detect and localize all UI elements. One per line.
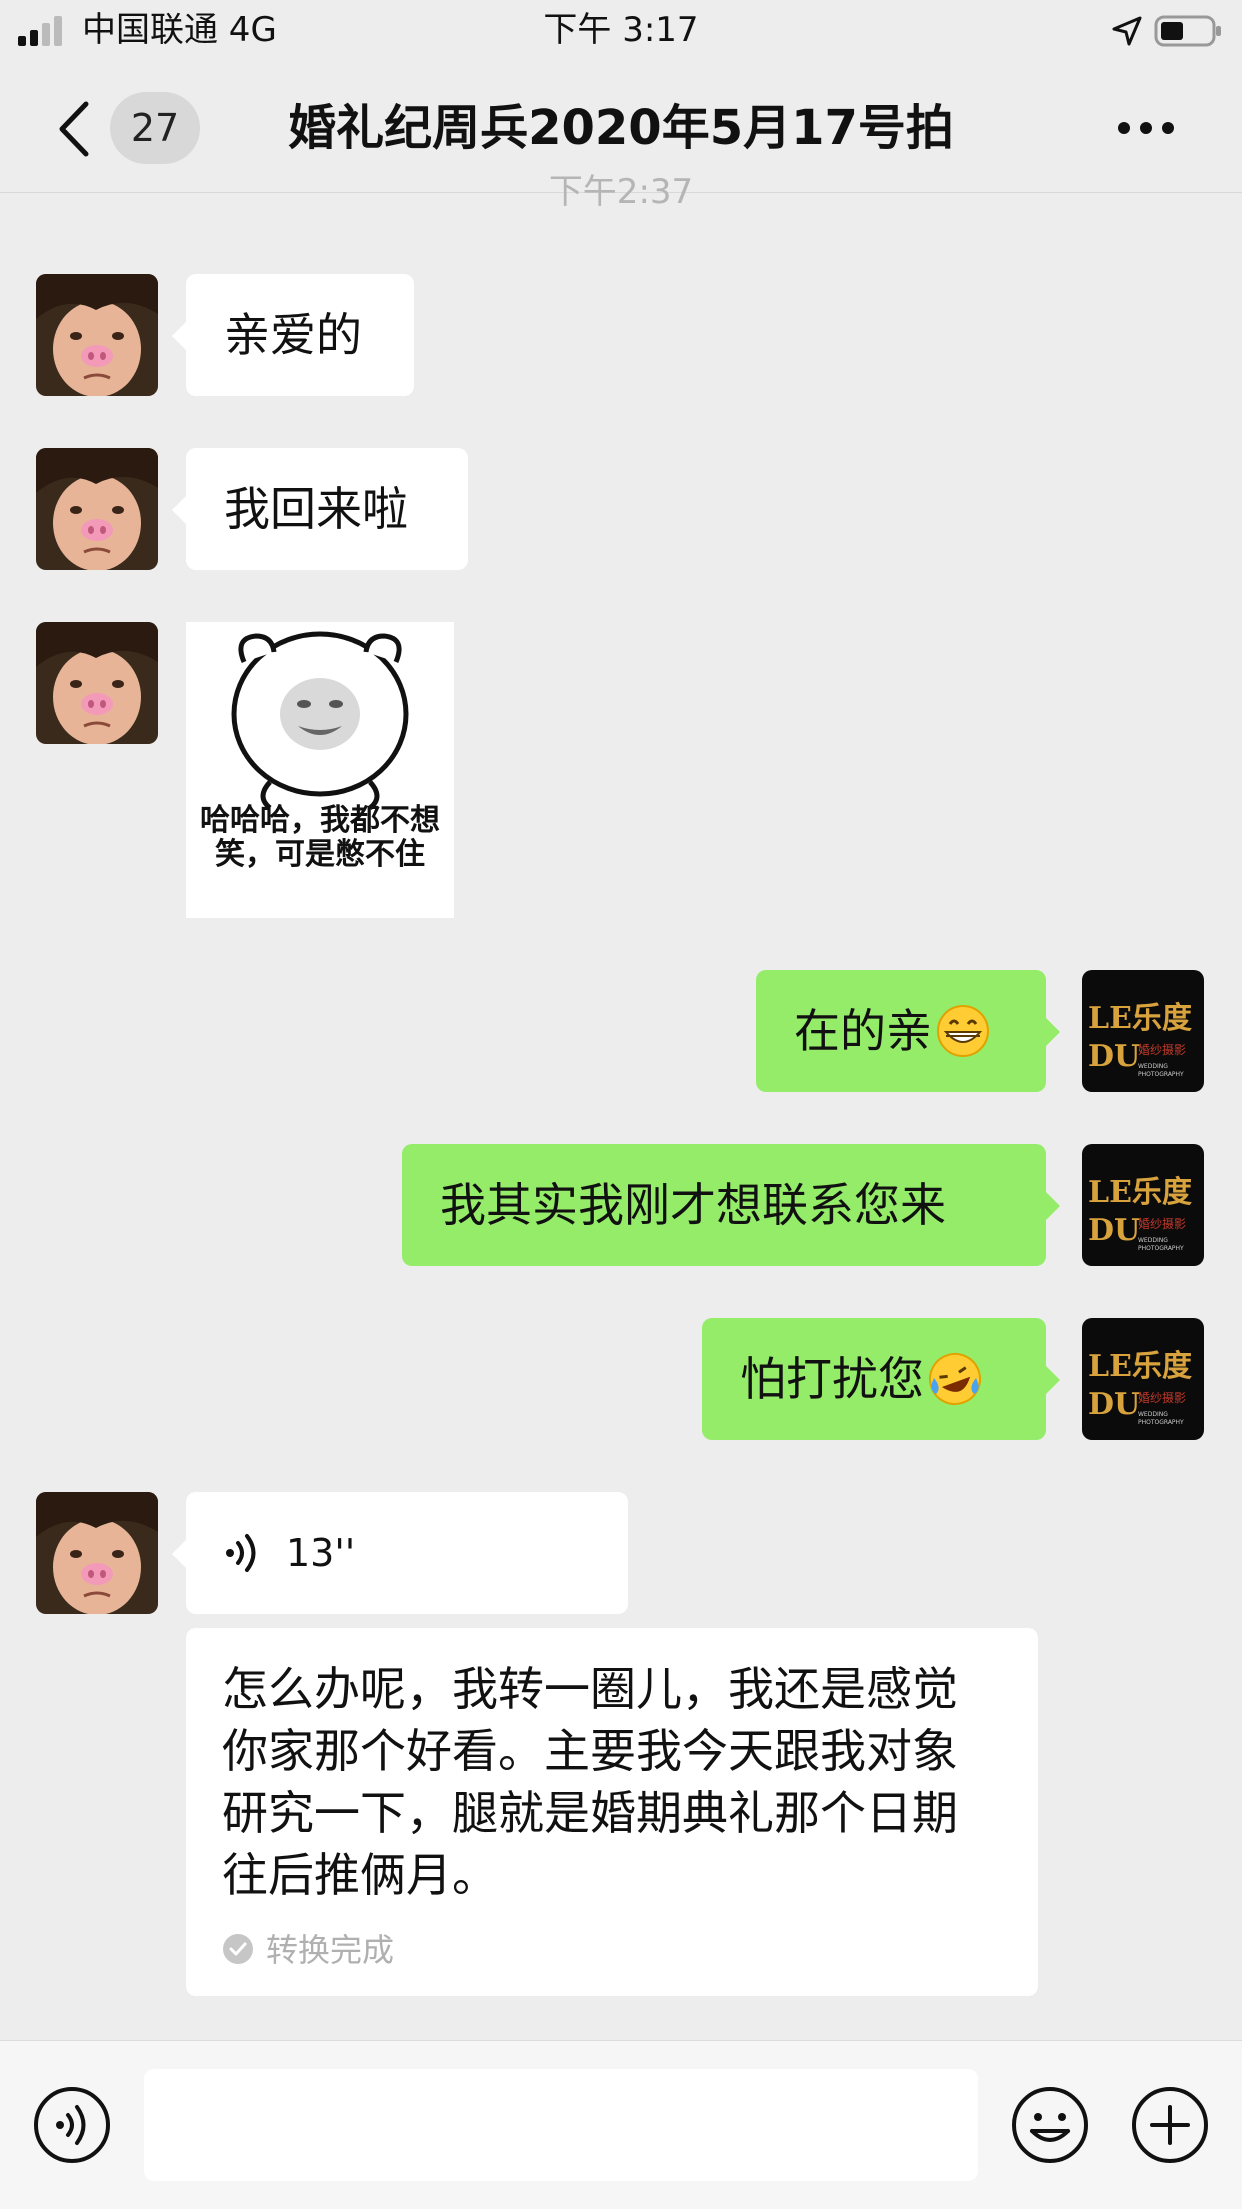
back-chevron-icon[interactable]	[54, 100, 94, 158]
rolling-laughing-emoji-icon	[929, 1352, 981, 1405]
conversion-status: 转换完成	[222, 1930, 394, 1970]
incoming-message-bubble[interactable]: 亲爱的	[172, 274, 414, 396]
my-avatar[interactable]: LE乐度 DU 婚纱摄影 WEDDING PHOTOGRAPHY	[1082, 1144, 1204, 1266]
incoming-message-bubble[interactable]: 我回来啦	[172, 448, 468, 570]
svg-text:DU: DU	[1088, 1387, 1140, 1422]
contact-avatar[interactable]	[36, 1492, 158, 1614]
outgoing-message-bubble[interactable]: 怕打扰您	[702, 1318, 1060, 1440]
panda-meme-face-icon	[231, 631, 409, 810]
contact-avatar[interactable]	[36, 448, 158, 570]
ledu-logo-icon: LE乐度 DU 婚纱摄影 WEDDING PHOTOGRAPHY	[1082, 1144, 1204, 1266]
my-avatar[interactable]: LE乐度 DU 婚纱摄影 WEDDING PHOTOGRAPHY	[1082, 970, 1204, 1092]
message-timestamp: 下午2:37	[548, 172, 694, 212]
battery-icon	[1154, 15, 1221, 47]
svg-text:WEDDING: WEDDING	[1138, 1063, 1168, 1070]
status-time: 下午 3:17	[543, 10, 699, 50]
svg-text:WEDDING: WEDDING	[1138, 1411, 1168, 1418]
svg-text:DU: DU	[1088, 1213, 1140, 1248]
message-text: 我回来啦	[224, 482, 408, 536]
message-text: 我其实我刚才想联系您来	[440, 1178, 946, 1232]
chat-title: 婚礼纪周兵2020年5月17号拍	[288, 100, 954, 156]
svg-text:PHOTOGRAPHY: PHOTOGRAPHY	[1138, 1071, 1184, 1078]
grinning-face-emoji-icon	[937, 1004, 989, 1057]
message-input-bar	[0, 2040, 1242, 2209]
svg-text:LE乐度: LE乐度	[1088, 1349, 1192, 1384]
svg-text:婚纱摄影: 婚纱摄影	[1138, 1216, 1186, 1231]
conversion-status-text: 转换完成	[266, 1931, 395, 1969]
location-arrow-icon	[1112, 16, 1142, 46]
ledu-logo-icon: LE乐度 DU 婚纱摄影 WEDDING PHOTOGRAPHY	[1082, 970, 1204, 1092]
sticker-caption: 哈哈哈，我都不想笑，可是憋不住	[200, 803, 440, 872]
svg-text:PHOTOGRAPHY: PHOTOGRAPHY	[1138, 1419, 1184, 1426]
outgoing-message-bubble[interactable]: 在的亲	[756, 970, 1060, 1092]
unread-count-badge[interactable]: 27	[110, 92, 200, 164]
voice-duration: 13''	[286, 1531, 356, 1575]
outgoing-message-bubble[interactable]: 我其实我刚才想联系您来	[402, 1144, 1060, 1266]
voice-message-bubble[interactable]: 13''	[172, 1492, 628, 1614]
message-text: 在的亲	[794, 1004, 932, 1058]
transcript-text: 怎么办呢，我转一圈儿，我还是感觉你家那个好看。主要我今天跟我对象研究一下，腿就是…	[222, 1662, 958, 1902]
emoji-picker-icon[interactable]	[1010, 2085, 1090, 2165]
svg-text:DU: DU	[1088, 1039, 1140, 1074]
svg-text:LE乐度: LE乐度	[1088, 1001, 1192, 1036]
more-options-icon[interactable]	[1116, 120, 1176, 136]
plus-circle-icon[interactable]	[1130, 2085, 1210, 2165]
ledu-logo-icon: LE乐度 DU 婚纱摄影 WEDDING PHOTOGRAPHY	[1082, 1318, 1204, 1440]
check-circle-icon	[223, 1934, 253, 1964]
voice-input-toggle-icon[interactable]	[32, 2085, 112, 2165]
message-text: 怕打扰您	[740, 1352, 924, 1406]
svg-text:LE乐度: LE乐度	[1088, 1175, 1192, 1210]
contact-avatar[interactable]	[36, 622, 158, 744]
svg-text:PHOTOGRAPHY: PHOTOGRAPHY	[1138, 1245, 1184, 1252]
voice-waves-icon	[226, 1534, 256, 1572]
message-text: 亲爱的	[224, 308, 362, 362]
status-bar: 中国联通 4G 下午 3:17	[0, 0, 1242, 62]
svg-text:婚纱摄影: 婚纱摄影	[1138, 1390, 1186, 1405]
voice-transcript[interactable]: 怎么办呢，我转一圈儿，我还是感觉你家那个好看。主要我今天跟我对象研究一下，腿就是…	[186, 1628, 1038, 1996]
my-avatar[interactable]: LE乐度 DU 婚纱摄影 WEDDING PHOTOGRAPHY	[1082, 1318, 1204, 1440]
contact-avatar[interactable]	[36, 274, 158, 396]
sticker-message[interactable]: 哈哈哈，我都不想笑，可是憋不住	[186, 622, 454, 918]
svg-text:婚纱摄影: 婚纱摄影	[1138, 1042, 1186, 1057]
message-input[interactable]	[144, 2069, 978, 2181]
svg-text:WEDDING: WEDDING	[1138, 1237, 1168, 1244]
